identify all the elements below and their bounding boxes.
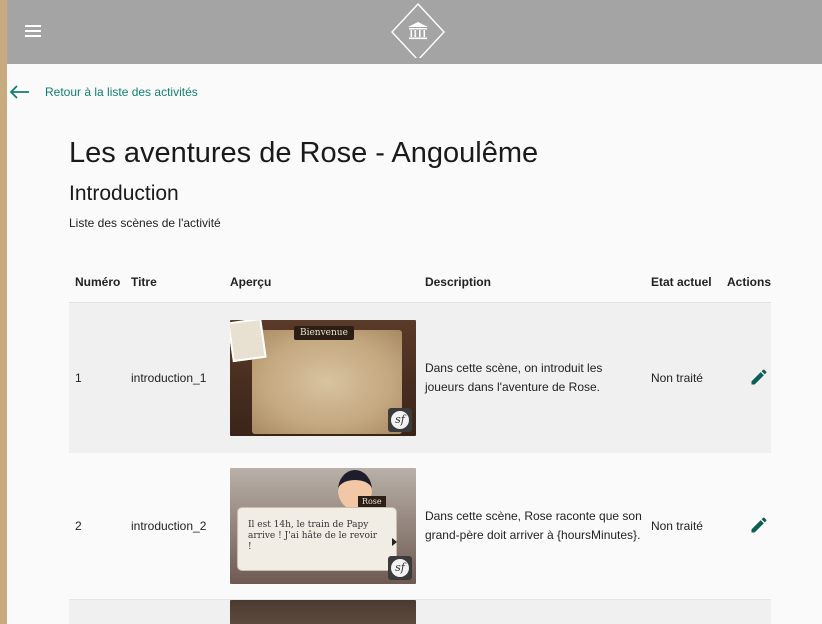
scene-preview-image: Bienvenue sf [229,320,416,436]
app-window: Retour à la liste des activités Les aven… [7,0,822,624]
scene-number: 2 [69,453,125,600]
preview-banner: Bienvenue [293,326,354,340]
character-name-tag: Rose [357,496,386,508]
scene-preview-cell: Bienvenue sf [223,302,419,453]
column-header-actions: Actions [720,262,771,303]
symfony-logo-icon: sf [387,408,412,432]
scene-preview-cell [223,599,419,624]
column-header-number: Numéro [69,262,125,303]
column-header-preview: Aperçu [223,262,419,303]
table-row [69,599,771,624]
column-header-state: Etat actuel [644,262,721,303]
back-navigation: Retour à la liste des activités [7,82,198,102]
symfony-logo-icon: sf [387,556,412,580]
scene-preview-image [229,600,416,624]
pinned-photo [229,320,267,363]
arrow-left-icon[interactable] [9,84,31,100]
museum-building-icon[interactable] [390,2,446,58]
top-app-bar [7,0,822,64]
scene-description: Dans cette scène, Rose raconte que son g… [418,453,645,600]
scene-state: Non traité [644,302,721,453]
next-triangle-icon [391,538,397,546]
scene-title: introduction_2 [124,453,224,600]
dialog-text: Il est 14h, le train de Papy arrive ! J'… [247,520,378,552]
scene-preview-image: Rose Il est 14h, le train de Papy arrive… [229,468,416,584]
scene-actions [720,302,771,453]
scene-description: Dans cette scène, on introduit les joueu… [418,302,645,453]
parchment-scroll [251,330,402,434]
pencil-edit-icon[interactable] [749,367,769,387]
section-title: Introduction [69,182,179,205]
scene-actions [720,453,771,600]
table-row: 1 introduction_1 Bienvenue sf Dans cette… [69,302,771,453]
scene-title: introduction_1 [124,302,224,453]
back-to-activities-link[interactable]: Retour à la liste des activités [45,85,198,99]
table-caption: Liste des scènes de l'activité [69,216,221,230]
pencil-edit-icon[interactable] [749,515,769,535]
column-header-description: Description [418,262,645,303]
scene-state: Non traité [644,453,721,600]
column-header-title: Titre [124,262,224,303]
scene-number: 1 [69,302,125,453]
table-header-row: Numéro Titre Aperçu Description Etat act… [69,262,771,303]
table-row: 2 introduction_2 Rose Il est 14h, le tra… [69,453,771,600]
hamburger-menu-icon[interactable] [25,25,41,37]
scene-preview-cell: Rose Il est 14h, le train de Papy arrive… [223,453,419,600]
page-title: Les aventures de Rose - Angoulême [69,137,539,169]
scenes-table: Numéro Titre Aperçu Description Etat act… [69,262,771,624]
